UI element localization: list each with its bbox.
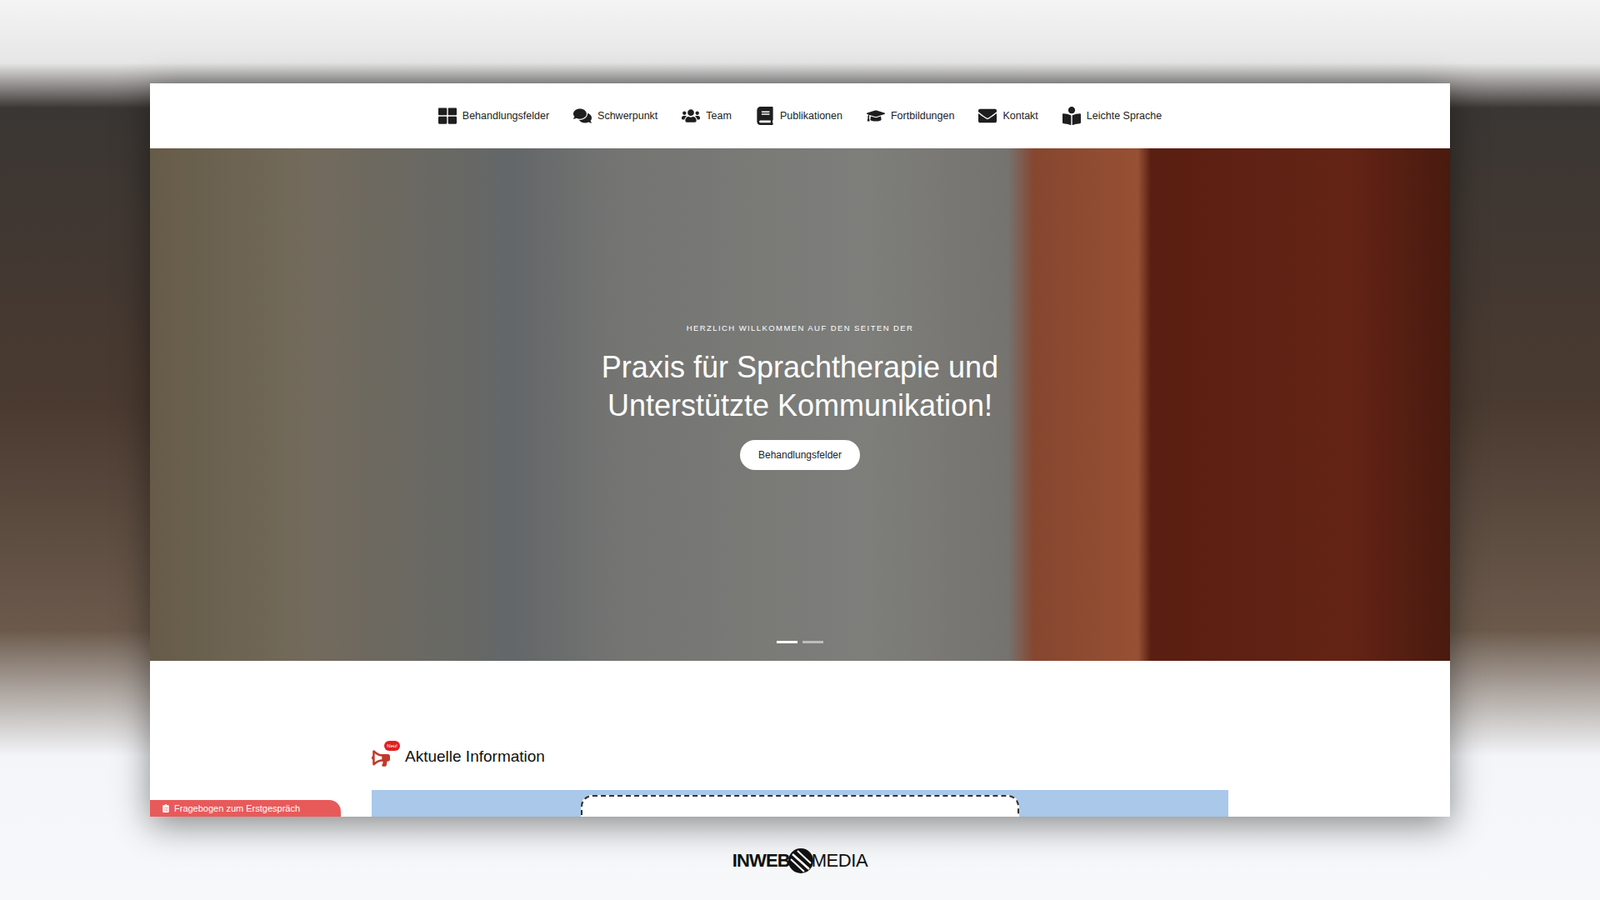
hero-slider: HERZLICH WILLKOMMEN AUF DEN SEITEN DER Pr… xyxy=(150,148,1450,661)
website-frame: Behandlungsfelder Schwerpunkt Team Publikat… xyxy=(150,83,1450,817)
nav-item[interactable]: Publikationen xyxy=(755,106,843,125)
book-icon xyxy=(755,106,775,125)
logo-emblem-icon xyxy=(787,847,815,875)
nav-item[interactable]: Leichte Sprache xyxy=(1062,106,1162,125)
hero-title: Praxis für Sprachtherapie und Unterstütz… xyxy=(591,348,1009,425)
hero-content: HERZLICH WILLKOMMEN AUF DEN SEITEN DER Pr… xyxy=(591,322,1009,470)
questionnaire-tab[interactable]: Fragebogen zum Erstgespräch xyxy=(150,800,341,817)
new-badge: Neu! xyxy=(384,740,400,751)
clipboard-icon xyxy=(161,804,170,813)
reader-icon xyxy=(1062,106,1081,125)
nav-item[interactable]: Fortbildungen xyxy=(866,106,955,125)
news-section: Neu!Aktuelle Information xyxy=(150,660,1450,817)
nav-item[interactable]: Behandlungsfelder xyxy=(438,106,550,125)
grid-icon xyxy=(438,106,457,125)
graduation-icon xyxy=(866,106,885,125)
hero-button[interactable]: Behandlungsfelder xyxy=(740,440,860,470)
slider-dot[interactable] xyxy=(802,640,824,644)
megaphone-icon xyxy=(371,749,390,768)
news-heading: Aktuelle Information xyxy=(405,745,545,770)
users-icon xyxy=(681,106,700,125)
hero-eyebrow: HERZLICH WILLKOMMEN AUF DEN SEITEN DER xyxy=(686,322,915,335)
comments-icon xyxy=(573,106,592,125)
envelope-icon xyxy=(978,106,997,125)
inweb-media-logo: INWEBMEDIA xyxy=(732,846,868,875)
nav-item[interactable]: Team xyxy=(681,106,732,125)
megaphone-badge: Neu! xyxy=(371,745,400,768)
news-heading-row: Neu!Aktuelle Information xyxy=(371,745,1229,770)
news-box xyxy=(371,790,1229,818)
nav-item[interactable]: Kontakt xyxy=(978,106,1038,125)
slider-dot[interactable] xyxy=(776,640,798,644)
showcase-page: Behandlungsfelder Schwerpunkt Team Publikat… xyxy=(0,0,1600,900)
nav-item[interactable]: Schwerpunkt xyxy=(573,106,658,125)
news-card xyxy=(580,795,1020,818)
main-nav: Behandlungsfelder Schwerpunkt Team Publikat… xyxy=(150,83,1450,149)
slider-dots xyxy=(150,640,1450,644)
